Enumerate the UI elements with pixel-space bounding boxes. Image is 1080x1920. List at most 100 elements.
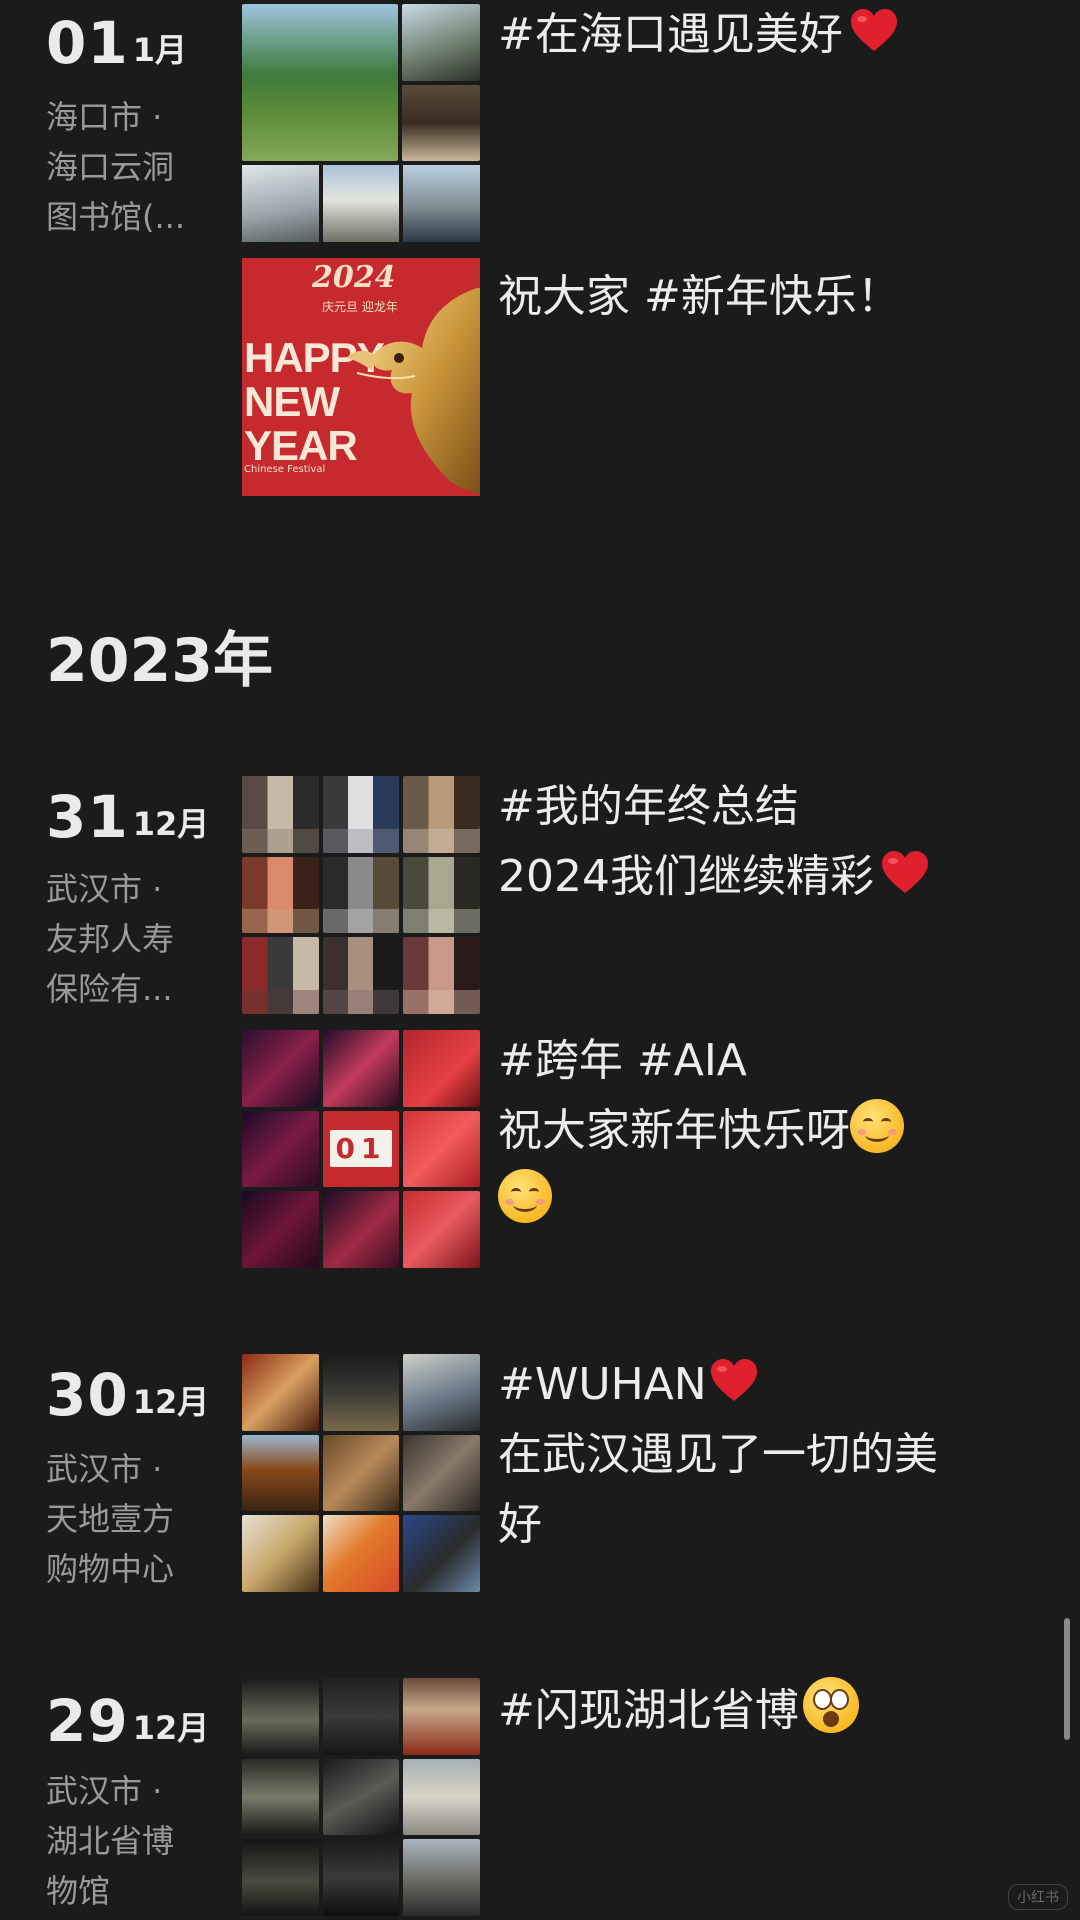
date-label: 29 12月 xyxy=(46,1692,209,1750)
caption-line: 祝大家新年快乐呀 xyxy=(498,1105,850,1156)
location-text[interactable]: 武汉市 · 湖北省博 物馆 xyxy=(46,1766,206,1916)
photo xyxy=(242,1515,319,1592)
photo xyxy=(242,1839,319,1916)
photo xyxy=(242,1191,319,1268)
location-line: 购物中心 xyxy=(46,1550,175,1588)
photo xyxy=(322,1434,400,1512)
photo xyxy=(403,1839,480,1916)
photo xyxy=(403,1191,480,1268)
caption-line: #WUHAN xyxy=(498,1359,707,1410)
post-thumbnail[interactable] xyxy=(242,4,480,242)
photo xyxy=(242,937,319,1014)
location-line: 武汉市 · xyxy=(46,1772,163,1810)
dragon-icon xyxy=(347,288,480,494)
location-line: 天地壹方 xyxy=(46,1500,175,1538)
photo xyxy=(322,856,400,934)
date-label: 01 1月 xyxy=(46,14,187,72)
location-text[interactable]: 武汉市 · 友邦人寿 保险有... xyxy=(46,864,206,1014)
photo xyxy=(322,1758,400,1836)
countdown-card: 01 xyxy=(322,1110,400,1188)
post-thumbnail[interactable]: 2024 庆元旦 迎龙年 HAPPY NEW YEAR Chinese Fest… xyxy=(242,258,480,496)
post-caption[interactable]: #我的年终总结 2024我们继续精彩 xyxy=(498,772,930,912)
watermark: 小红书 xyxy=(1008,1884,1068,1910)
post-thumbnail[interactable]: 01 xyxy=(242,1030,480,1268)
caption-line: #在海口遇见美好 xyxy=(498,9,843,60)
photo xyxy=(242,165,319,242)
smiling-face-emoji-icon xyxy=(850,1099,904,1153)
caption-line: #跨年 #AIA xyxy=(498,1035,747,1086)
caption-line: 好 xyxy=(498,1499,542,1550)
date-day: 31 xyxy=(46,783,129,851)
photo xyxy=(403,1354,480,1431)
photo xyxy=(322,1191,400,1268)
photo xyxy=(403,776,480,853)
caption-line: 2024我们继续精彩 xyxy=(498,851,874,902)
photo xyxy=(402,4,480,81)
caption-line: #我的年终总结 xyxy=(498,781,799,832)
post-thumbnail[interactable] xyxy=(242,1354,480,1592)
photo xyxy=(322,165,400,242)
photo xyxy=(322,1678,400,1755)
photo xyxy=(242,1110,319,1188)
scrollbar[interactable] xyxy=(1064,1618,1070,1740)
caption-line: 祝大家 #新年快乐！ xyxy=(498,271,901,322)
location-line: 物馆 xyxy=(46,1872,111,1910)
photo xyxy=(403,1758,480,1836)
post-caption[interactable]: 祝大家 #新年快乐！ xyxy=(498,262,901,332)
post-caption[interactable]: #跨年 #AIA 祝大家新年快乐呀 xyxy=(498,1026,904,1236)
heart-emoji-icon xyxy=(709,1354,759,1401)
photo xyxy=(322,937,400,1014)
date-month: 1月 xyxy=(132,31,187,69)
post-thumbnail[interactable] xyxy=(242,1678,480,1916)
photo xyxy=(242,1758,319,1836)
photo xyxy=(242,776,319,853)
photo xyxy=(322,776,400,853)
location-line: 保险有... xyxy=(46,970,173,1008)
photo xyxy=(403,1110,480,1188)
location-line: 海口市 · xyxy=(46,98,163,136)
heart-emoji-icon xyxy=(880,846,930,893)
photo xyxy=(403,856,480,934)
photo xyxy=(242,4,398,162)
photo xyxy=(403,937,480,1014)
photo xyxy=(403,1678,480,1755)
photo xyxy=(242,1030,319,1107)
post-caption[interactable]: #闪现湖北省博 xyxy=(498,1676,859,1746)
caption-line: #闪现湖北省博 xyxy=(498,1685,799,1736)
card-smalltext: Chinese Festival xyxy=(244,464,326,475)
heart-emoji-icon xyxy=(849,4,899,51)
date-label: 30 12月 xyxy=(46,1366,209,1424)
location-line: 友邦人寿 xyxy=(46,920,175,958)
location-line: 武汉市 · xyxy=(46,1450,163,1488)
post-caption[interactable]: #WUHAN 在武汉遇见了一切的美 好 xyxy=(498,1350,938,1560)
location-line: 海口云洞 xyxy=(46,148,175,186)
date-label: 31 12月 xyxy=(46,788,209,846)
post-caption[interactable]: #在海口遇见美好 xyxy=(498,0,899,70)
caption-line: 在武汉遇见了一切的美 xyxy=(498,1429,938,1480)
date-month: 12月 xyxy=(132,1709,210,1747)
photo xyxy=(403,1434,480,1512)
location-line: 武汉市 · xyxy=(46,870,163,908)
photo xyxy=(242,1678,319,1755)
date-month: 12月 xyxy=(132,805,210,843)
smiling-face-emoji-icon xyxy=(498,1169,552,1223)
photo xyxy=(322,1839,400,1916)
date-day: 29 xyxy=(46,1687,129,1755)
date-day: 30 xyxy=(46,1361,129,1429)
photo-row xyxy=(242,165,480,242)
photo xyxy=(403,165,480,242)
post-thumbnail[interactable] xyxy=(242,776,480,1014)
photo xyxy=(402,84,480,162)
location-text[interactable]: 武汉市 · 天地壹方 购物中心 xyxy=(46,1444,206,1594)
photo xyxy=(403,1030,480,1107)
date-month: 12月 xyxy=(132,1383,210,1421)
location-line: 湖北省博 xyxy=(46,1822,175,1860)
photo xyxy=(322,1030,400,1107)
date-day: 01 xyxy=(46,9,129,77)
location-text[interactable]: 海口市 · 海口云洞 图书馆(... xyxy=(46,92,206,242)
moments-timeline: 01 1月 海口市 · 海口云洞 图书馆(... #在海口遇见美好 2024 庆元… xyxy=(0,0,1080,1920)
astonished-face-emoji-icon xyxy=(802,1677,859,1733)
countdown-number: 01 xyxy=(329,1130,393,1168)
photo xyxy=(242,1434,319,1512)
photo xyxy=(322,1354,400,1431)
